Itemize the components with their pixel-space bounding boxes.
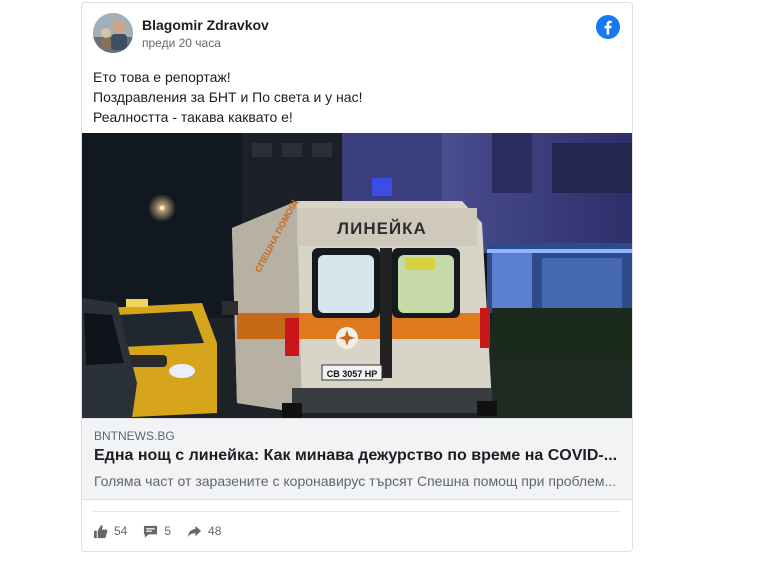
facebook-icon[interactable] [596, 15, 620, 39]
comment-icon [144, 525, 158, 538]
avatar-image [93, 13, 133, 53]
actions-divider [93, 511, 621, 512]
post-text-line: Ето това е репортаж! [93, 69, 231, 85]
link-domain: BNTNEWS.BG [94, 429, 175, 443]
post-text: Ето това е репортаж! Поздравления за БНТ… [93, 67, 362, 127]
like-count: 54 [114, 524, 128, 538]
post-header: Blagomir Zdravkov преди 20 часа [82, 3, 632, 59]
author-avatar[interactable] [93, 13, 133, 53]
share-count: 48 [208, 524, 222, 538]
link-preview[interactable]: BNTNEWS.BG Една нощ с линейка: Как минав… [82, 418, 632, 500]
comment-count: 5 [164, 524, 172, 538]
post-image[interactable]: ЛИНЕЙКА СПЕШНА ПОМОЩ CB 3057 HP [82, 133, 632, 418]
link-description: Голяма част от заразените с коронавирус … [94, 473, 617, 489]
ambulance-label: ЛИНЕЙКА [337, 219, 427, 238]
facebook-post-card: Blagomir Zdravkov преди 20 часа Ето това… [81, 2, 633, 552]
thumbs-up-icon [93, 524, 108, 538]
post-timestamp[interactable]: преди 20 часа [142, 36, 221, 50]
like-action[interactable]: 54 [93, 524, 127, 539]
post-actions: 54 5 48 [93, 521, 237, 541]
share-action[interactable]: 48 [187, 524, 221, 539]
license-plate: CB 3057 HP [327, 369, 378, 379]
link-title[interactable]: Една нощ с линейка: Как минава дежурство… [94, 447, 619, 465]
share-icon [187, 525, 202, 537]
ambulance-night-photo: ЛИНЕЙКА СПЕШНА ПОМОЩ CB 3057 HP [82, 133, 632, 418]
post-text-line: Поздравления за БНТ и По света и у нас! [93, 89, 363, 105]
comment-action[interactable]: 5 [143, 524, 171, 539]
post-text-line: Реалността - такава каквато е! [93, 109, 293, 125]
author-name[interactable]: Blagomir Zdravkov [142, 17, 269, 33]
